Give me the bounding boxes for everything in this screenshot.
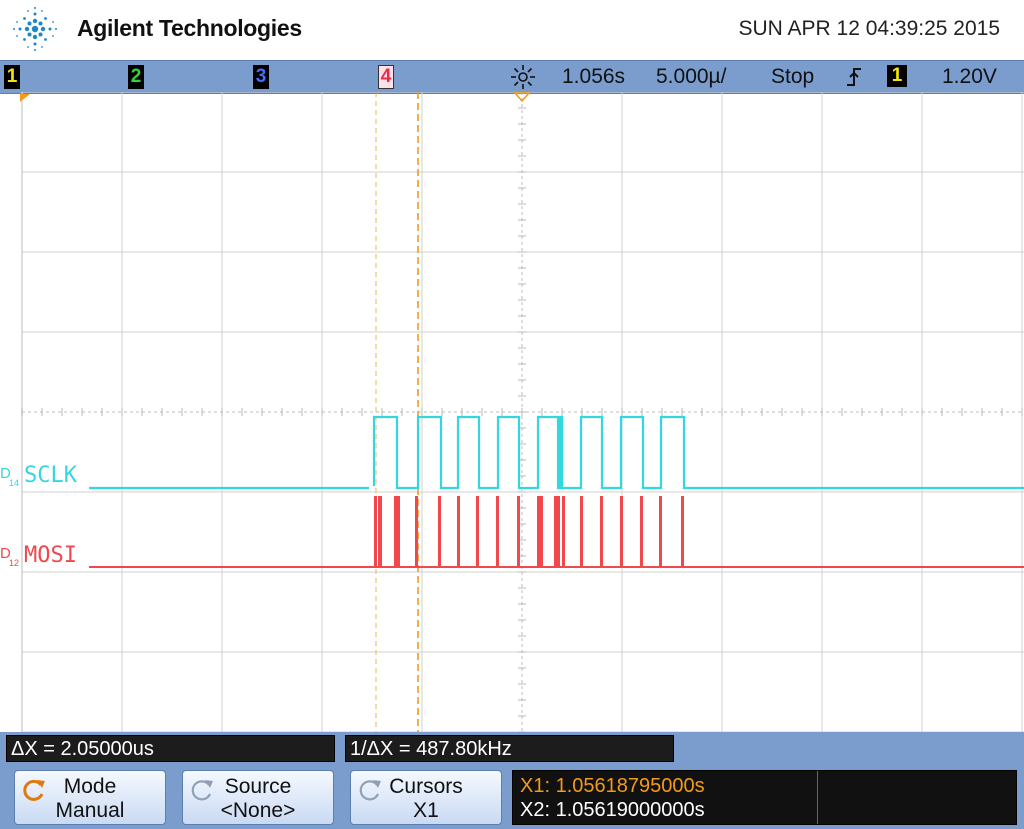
- header: Agilent Technologies SUN APR 12 04:39:25…: [0, 0, 1024, 60]
- source-softkey-title: Source: [224, 775, 292, 798]
- mosi-trace: [89, 496, 1024, 568]
- source-softkey-value: <None>: [220, 799, 296, 822]
- rising-edge-icon: [847, 68, 861, 86]
- channel-4-indicator[interactable]: 4: [378, 65, 394, 89]
- delta-x-readout: ΔX = 2.05000us: [6, 735, 335, 762]
- mosi-subscript: 12: [9, 558, 19, 568]
- sclk-subscript: 14: [9, 478, 19, 488]
- readout-divider: [817, 771, 818, 824]
- mode-softkey[interactable]: Mode Manual: [14, 770, 166, 825]
- brand-name: Agilent Technologies: [77, 15, 302, 41]
- run-state: Stop: [771, 65, 815, 88]
- cursor-readout: X1: 1.05618795000s X2: 1.05619000000s: [512, 770, 1017, 825]
- status-bar: 1 2 3 4 1.056s 5.000µ/ Stop 1 1.20V: [0, 60, 1024, 94]
- channel-2-indicator[interactable]: 2: [128, 65, 144, 89]
- channel-1-indicator[interactable]: 1: [4, 65, 20, 89]
- mosi-label: MOSI: [24, 543, 77, 568]
- sclk-label: SCLK: [24, 463, 78, 488]
- trigger-level: 1.20V: [942, 65, 997, 88]
- softkey-bar: Mode Manual Source <None> Cursors X1 X1:…: [0, 766, 1024, 829]
- mode-softkey-title: Mode: [63, 775, 117, 798]
- cursors-softkey[interactable]: Cursors X1: [350, 770, 502, 825]
- measurement-bar: ΔX = 2.05000us 1/ΔX = 487.80kHz: [0, 732, 1024, 766]
- trigger-source: 1: [887, 65, 907, 87]
- date-time: SUN APR 12 04:39:25 2015: [738, 17, 1000, 40]
- timebase: 5.000µ/: [656, 65, 727, 88]
- trigger-time: 1.056s: [562, 65, 626, 88]
- cursor-x2-readout: X2: 1.05619000000s: [520, 799, 705, 821]
- sclk-trace: [89, 415, 1024, 490]
- inverse-delta-x-readout: 1/ΔX = 487.80kHz: [345, 735, 674, 762]
- channel-3-indicator[interactable]: 3: [253, 65, 269, 89]
- agilent-spark-logo-icon: [13, 7, 57, 51]
- sun-burst-icon: [511, 65, 535, 89]
- mode-softkey-value: Manual: [55, 799, 125, 822]
- waveform-display[interactable]: D 14 SCLK D 12 MOSI: [0, 92, 1024, 732]
- cursors-softkey-value: X1: [413, 799, 439, 822]
- cursor-x1-readout: X1: 1.05618795000s: [520, 775, 705, 797]
- cursors-softkey-title: Cursors: [389, 775, 463, 798]
- source-softkey[interactable]: Source <None>: [182, 770, 334, 825]
